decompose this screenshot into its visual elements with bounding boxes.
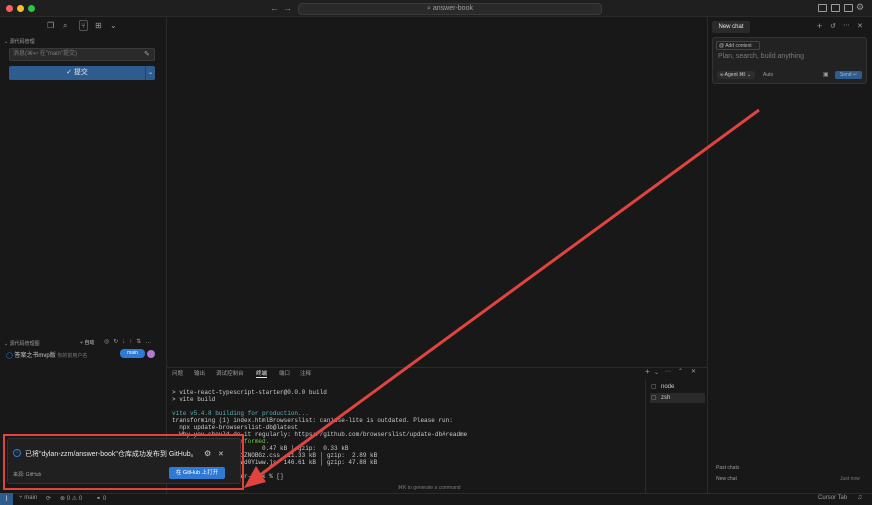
- problems-status[interactable]: ⊗ 0 ⚠ 0: [60, 495, 82, 502]
- close-icon[interactable]: ✕: [857, 22, 863, 30]
- branch-badge: main: [120, 349, 145, 358]
- search-icon: ⌕: [427, 5, 431, 12]
- maximize-panel-icon[interactable]: ⌃: [678, 368, 683, 375]
- files-icon[interactable]: ❐: [47, 21, 54, 30]
- source-control-sidebar: [0, 17, 167, 493]
- commit-node-icon: ◯: [6, 353, 13, 359]
- terminal-item-zsh[interactable]: ▢ zsh: [650, 393, 705, 403]
- past-chat-time: Just now: [840, 476, 860, 482]
- minimize-window-button[interactable]: [17, 5, 24, 12]
- chat-input-placeholder[interactable]: Plan, search, build anything: [718, 53, 804, 60]
- maximize-window-button[interactable]: [28, 5, 35, 12]
- history-icon[interactable]: ↺: [830, 22, 836, 30]
- add-context-button[interactable]: @ Add context: [716, 41, 760, 50]
- tab-new-chat[interactable]: New chat: [712, 21, 750, 33]
- image-icon[interactable]: ▣: [823, 71, 829, 78]
- sync-icon[interactable]: ⟳: [46, 495, 51, 502]
- section-title-graph[interactable]: ⌄ 源代码管理图: [4, 340, 40, 347]
- add-chat-icon[interactable]: +: [817, 21, 822, 31]
- annotation-highlight-box: [3, 434, 244, 490]
- chevron-down-icon[interactable]: ⌄: [110, 21, 117, 30]
- forward-arrow-icon[interactable]: →: [283, 3, 292, 13]
- past-chat-item[interactable]: New chat: [716, 476, 737, 482]
- commit-dropdown-button[interactable]: ⌄: [145, 66, 155, 80]
- terminal-line: npx update-browserslist-db@latest: [172, 424, 299, 431]
- tab-debug-console[interactable]: 调试控制台: [216, 369, 244, 377]
- settings-gear-icon[interactable]: ⚙: [856, 2, 864, 13]
- commit-button[interactable]: ✓ 提交: [9, 66, 145, 80]
- past-chats-title: Past chats: [716, 465, 740, 471]
- status-bar: [0, 493, 872, 505]
- tab-ports[interactable]: 端口: [279, 369, 290, 377]
- ports-status[interactable]: ⚭ 0: [96, 495, 106, 502]
- cursor-tab-status[interactable]: Cursor Tab: [818, 495, 847, 501]
- back-arrow-icon[interactable]: ←: [270, 3, 279, 13]
- commit-message-input[interactable]: 消息(⌘↩ 在"main"提交): [9, 48, 155, 61]
- terminal-line: transforming (1) index.htmlBrowserslist:…: [172, 417, 453, 424]
- close-window-button[interactable]: [6, 5, 13, 12]
- terminal-icon: ▢: [651, 395, 657, 401]
- more-icon[interactable]: ⋯: [843, 21, 850, 29]
- extensions-icon[interactable]: ⊞: [95, 21, 102, 30]
- source-control-icon[interactable]: ⑂: [79, 20, 88, 31]
- commit-author: 你的前用户名: [57, 353, 88, 359]
- terminal-item-node[interactable]: ▢ node: [650, 382, 705, 392]
- model-select[interactable]: Auto: [763, 71, 773, 79]
- graph-commit-row[interactable]: ◯ 答案之书mvp版 你的前用户名: [6, 350, 87, 359]
- toggle-sidebar-icon[interactable]: [818, 4, 827, 12]
- branch-status[interactable]: ⑂ main: [19, 495, 37, 501]
- avatar: [147, 350, 155, 358]
- tab-comments[interactable]: 注释: [300, 369, 311, 377]
- terminal-line: > vite build: [172, 396, 216, 403]
- remote-icon[interactable]: ⟩: [0, 493, 13, 505]
- title-bar: ← → ⌕ answer-book ⚙: [0, 0, 872, 17]
- search-text: answer-book: [432, 5, 473, 12]
- graph-toolbar-icons[interactable]: ◎↻↓↑⇅…: [104, 338, 155, 345]
- tab-output[interactable]: 输出: [194, 369, 205, 377]
- command-search-box[interactable]: ⌕ answer-book: [298, 3, 602, 15]
- sparkle-icon[interactable]: ✎: [144, 50, 150, 58]
- more-icon[interactable]: ⋯: [665, 368, 671, 375]
- toggle-panel-icon[interactable]: [831, 4, 840, 12]
- commit-message: 答案之书mvp版: [14, 353, 56, 359]
- toggle-secondary-sidebar-icon[interactable]: [844, 4, 853, 12]
- auto-fetch-toggle[interactable]: ⑂ 自动: [80, 339, 94, 346]
- tab-terminal[interactable]: 终端: [256, 369, 268, 378]
- terminal-line: vite v5.4.8 building for production...: [172, 410, 309, 417]
- close-panel-icon[interactable]: ✕: [691, 368, 696, 375]
- notifications-bell-icon[interactable]: ♫: [857, 494, 862, 501]
- terminal-icon: ▢: [651, 384, 657, 390]
- generate-command-hint: ⌘K to generate a command: [398, 485, 461, 491]
- editor-area: [167, 17, 707, 367]
- section-title-source-control[interactable]: ⌄ 源代码管理: [4, 38, 35, 45]
- chat-panel: [707, 17, 872, 493]
- chevron-down-icon[interactable]: ⌄: [654, 369, 659, 376]
- search-icon[interactable]: ⌕: [63, 21, 67, 31]
- terminal-line: > vite-react-typescript-starter@0.0.0 bu…: [172, 389, 327, 396]
- agent-mode-select[interactable]: ∞ Agent ⌘I ⌄: [717, 71, 755, 79]
- tab-problems[interactable]: 问题: [172, 369, 183, 377]
- send-button[interactable]: Send ↵: [835, 71, 862, 79]
- new-terminal-icon[interactable]: +: [645, 367, 650, 376]
